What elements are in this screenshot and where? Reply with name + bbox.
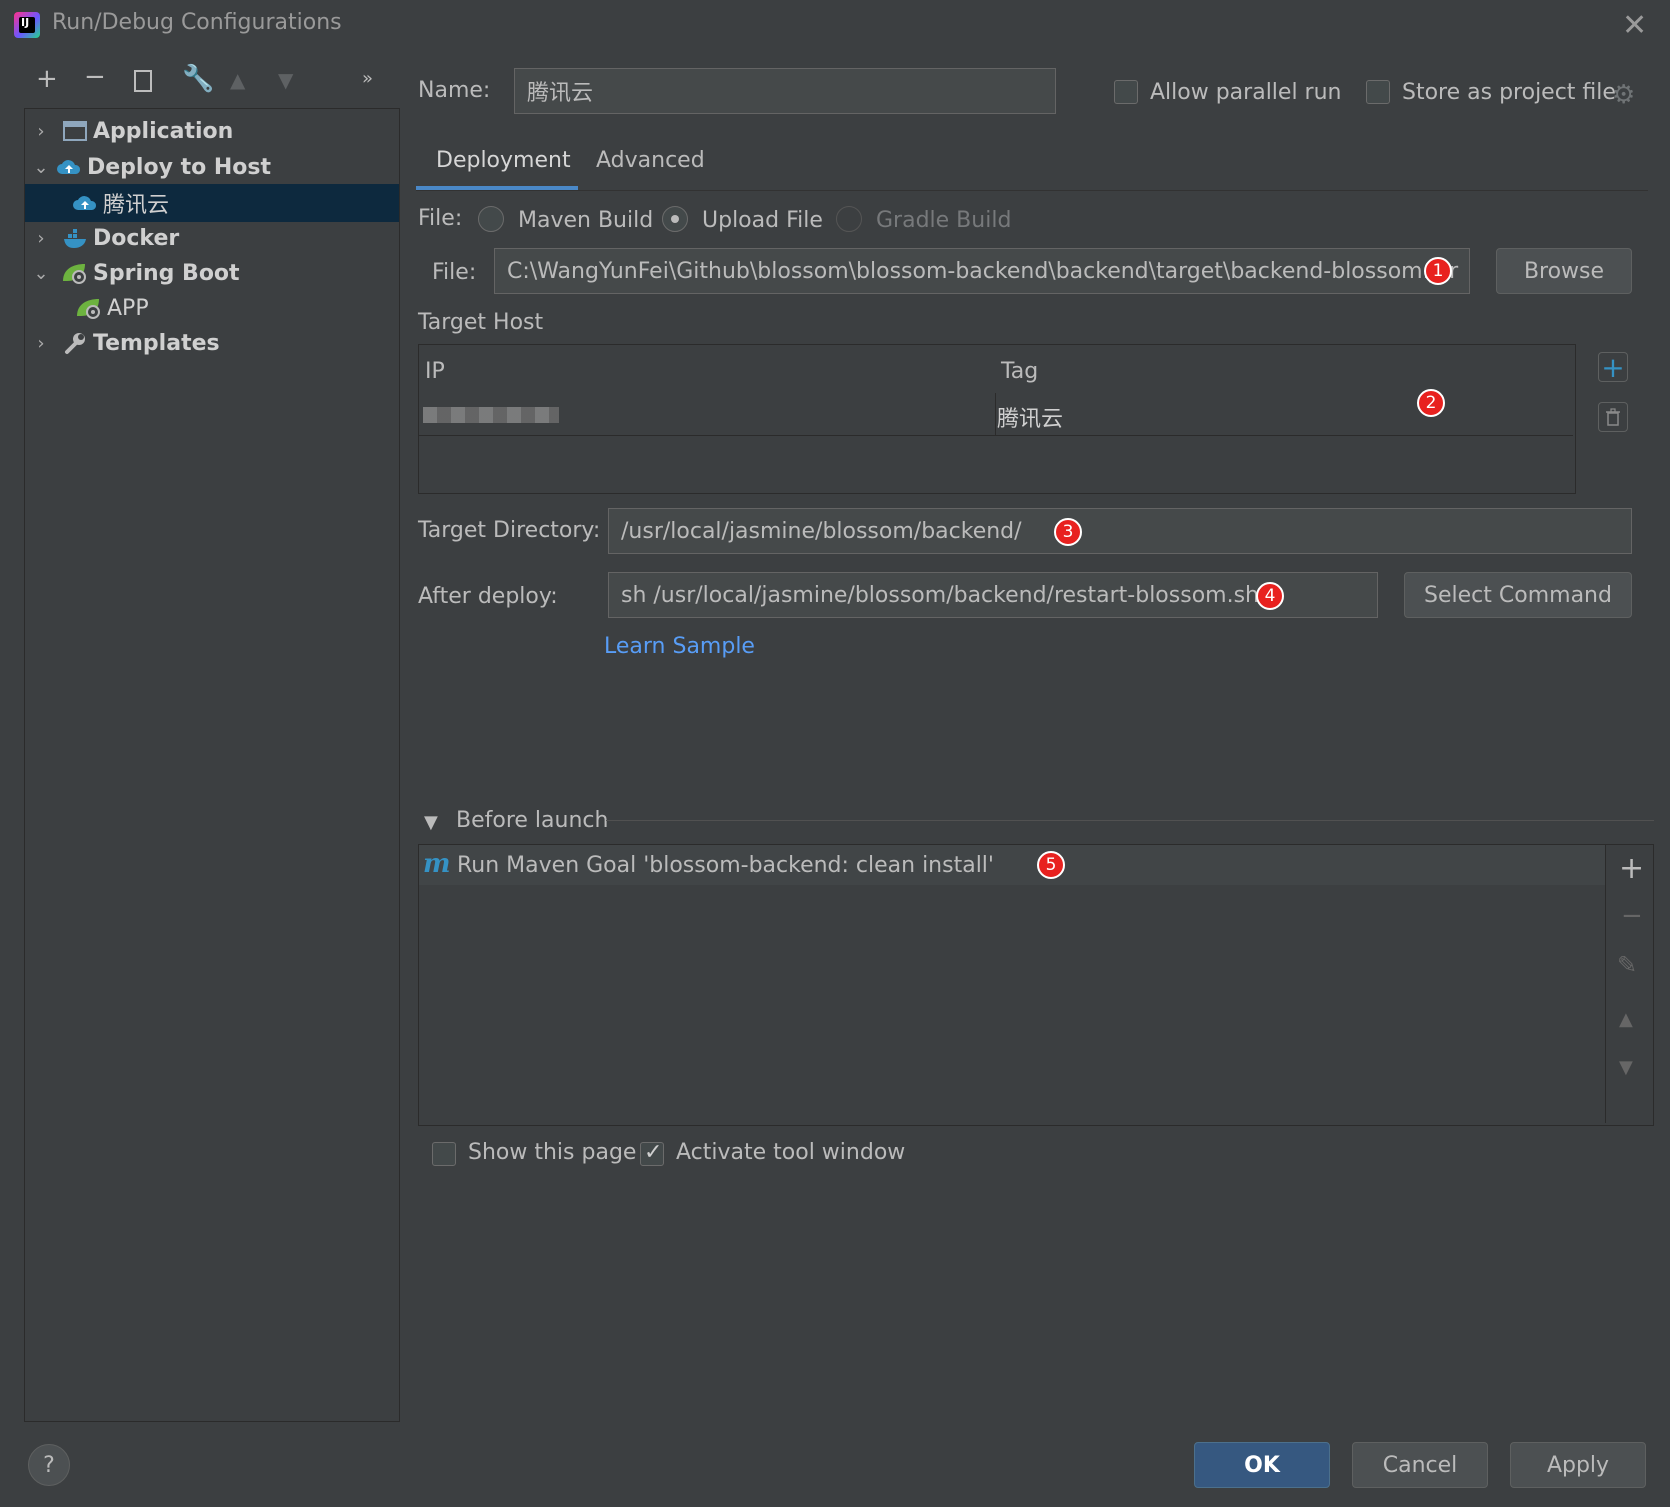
store-project-checkbox[interactable] — [1366, 80, 1390, 104]
chevron-down-icon[interactable]: ⌄ — [31, 157, 51, 178]
upload-file-label: Upload File — [702, 208, 823, 233]
intellij-logo-icon: IJ — [14, 12, 40, 38]
cloud-upload-icon — [55, 154, 83, 180]
window-title: Run/Debug Configurations — [52, 10, 342, 35]
wrench-icon[interactable]: 🔧 — [182, 64, 214, 94]
column-divider — [995, 393, 996, 435]
target-host-label: Target Host — [418, 310, 544, 335]
target-directory-input[interactable]: /usr/local/jasmine/blossom/backend/ — [608, 508, 1632, 554]
trash-icon — [1606, 408, 1620, 426]
after-deploy-label: After deploy: — [418, 584, 558, 609]
move-down-icon: ▼ — [278, 68, 294, 92]
move-task-up-icon: ▲ — [1619, 1009, 1633, 1030]
show-page-checkbox[interactable] — [432, 1142, 456, 1166]
file-type-label: File: — [418, 206, 463, 231]
copy-icon[interactable] — [134, 70, 152, 92]
maven-goal-label: Run Maven Goal 'blossom-backend: clean i… — [457, 853, 994, 878]
cloud-upload-icon — [71, 190, 99, 216]
tree-item-spring-boot[interactable]: ⌄ Spring Boot — [25, 254, 399, 292]
allow-parallel-label: Allow parallel run — [1150, 80, 1342, 105]
annotation-badge-3: 3 — [1054, 518, 1082, 546]
before-launch-list: m Run Maven Goal 'blossom-backend: clean… — [418, 844, 1654, 1126]
tree-item-application[interactable]: › Application — [25, 112, 399, 150]
name-input[interactable]: 腾讯云 — [514, 68, 1056, 114]
tree-item-docker[interactable]: › Docker — [25, 219, 399, 257]
list-toolbar-divider — [1605, 845, 1606, 1123]
remove-icon[interactable]: − — [84, 62, 106, 92]
add-task-icon[interactable]: + — [1619, 851, 1644, 886]
move-up-icon: ▲ — [230, 68, 246, 92]
help-button[interactable]: ? — [28, 1444, 70, 1486]
table-row[interactable]: 腾讯云 — [419, 393, 1573, 436]
maven-build-radio[interactable] — [478, 206, 504, 232]
remove-task-icon: − — [1621, 901, 1643, 931]
more-icon[interactable]: » — [362, 68, 373, 89]
application-icon — [61, 118, 89, 144]
tree-item-templates[interactable]: › Templates — [25, 324, 399, 362]
file-path-input[interactable]: C:\WangYunFei\Github\blossom\blossom-bac… — [494, 248, 1470, 294]
annotation-badge-2: 2 — [1417, 389, 1445, 417]
apply-button[interactable]: Apply — [1510, 1442, 1646, 1488]
name-label: Name: — [418, 78, 491, 103]
activate-tool-label: Activate tool window — [676, 1140, 906, 1165]
maven-build-label: Maven Build — [518, 208, 654, 233]
allow-parallel-checkbox[interactable] — [1114, 80, 1138, 104]
move-task-down-icon: ▼ — [1619, 1057, 1633, 1078]
configuration-tree: › Application ⌄ Deploy to Host 腾讯云 › Doc… — [24, 108, 400, 1422]
store-project-label: Store as project file — [1402, 80, 1616, 105]
tabs-divider — [416, 190, 1648, 191]
annotation-badge-1: 1 — [1424, 257, 1452, 285]
browse-button[interactable]: Browse — [1496, 248, 1632, 294]
cancel-button[interactable]: Cancel — [1352, 1442, 1488, 1488]
tab-advanced[interactable]: Advanced — [596, 148, 705, 173]
title-bar: IJ Run/Debug Configurations ✕ — [0, 0, 1670, 50]
spring-boot-icon — [75, 295, 103, 321]
edit-task-icon: ✎ — [1617, 951, 1638, 979]
wrench-icon — [61, 330, 89, 356]
tree-item-app[interactable]: APP — [25, 289, 399, 327]
ip-cell-redacted — [423, 407, 559, 423]
tree-item-tencent-cloud[interactable]: 腾讯云 — [25, 184, 399, 222]
list-item[interactable]: m Run Maven Goal 'blossom-backend: clean… — [419, 845, 1605, 885]
tab-deployment[interactable]: Deployment — [436, 148, 571, 173]
ok-button[interactable]: OK — [1194, 1442, 1330, 1488]
file-path-label: File: — [432, 260, 477, 285]
spring-boot-icon — [61, 260, 89, 286]
close-icon[interactable]: ✕ — [1622, 8, 1647, 43]
triangle-down-icon[interactable]: ▼ — [424, 812, 438, 833]
delete-host-button[interactable] — [1598, 402, 1628, 432]
chevron-right-icon[interactable]: › — [31, 121, 51, 142]
upload-file-radio[interactable] — [662, 206, 688, 232]
add-host-button[interactable]: + — [1598, 351, 1628, 384]
add-icon[interactable]: + — [36, 64, 58, 94]
gear-icon[interactable]: ⚙ — [1612, 80, 1635, 110]
target-host-table: IP Tag 腾讯云 2 — [418, 344, 1576, 494]
ip-column-header: IP — [425, 359, 445, 384]
tag-column-header: Tag — [1001, 359, 1039, 384]
chevron-right-icon[interactable]: › — [31, 333, 51, 354]
maven-icon: m — [423, 849, 451, 879]
before-launch-label: Before launch — [456, 808, 609, 833]
gradle-build-radio — [836, 206, 862, 232]
activate-tool-checkbox[interactable] — [640, 1140, 664, 1166]
chevron-right-icon[interactable]: › — [31, 228, 51, 249]
chevron-down-icon[interactable]: ⌄ — [31, 263, 51, 284]
docker-icon — [61, 225, 89, 251]
gradle-build-label: Gradle Build — [876, 208, 1012, 233]
learn-sample-link[interactable]: Learn Sample — [604, 634, 755, 659]
show-page-label: Show this page — [468, 1140, 637, 1165]
target-directory-label: Target Directory: — [418, 518, 601, 543]
tree-item-deploy-to-host[interactable]: ⌄ Deploy to Host — [25, 148, 399, 186]
select-command-button[interactable]: Select Command — [1404, 572, 1632, 618]
annotation-badge-5: 5 — [1037, 851, 1065, 879]
annotation-badge-4: 4 — [1256, 582, 1284, 610]
before-launch-divider — [606, 820, 1654, 821]
tag-cell: 腾讯云 — [997, 407, 1064, 432]
